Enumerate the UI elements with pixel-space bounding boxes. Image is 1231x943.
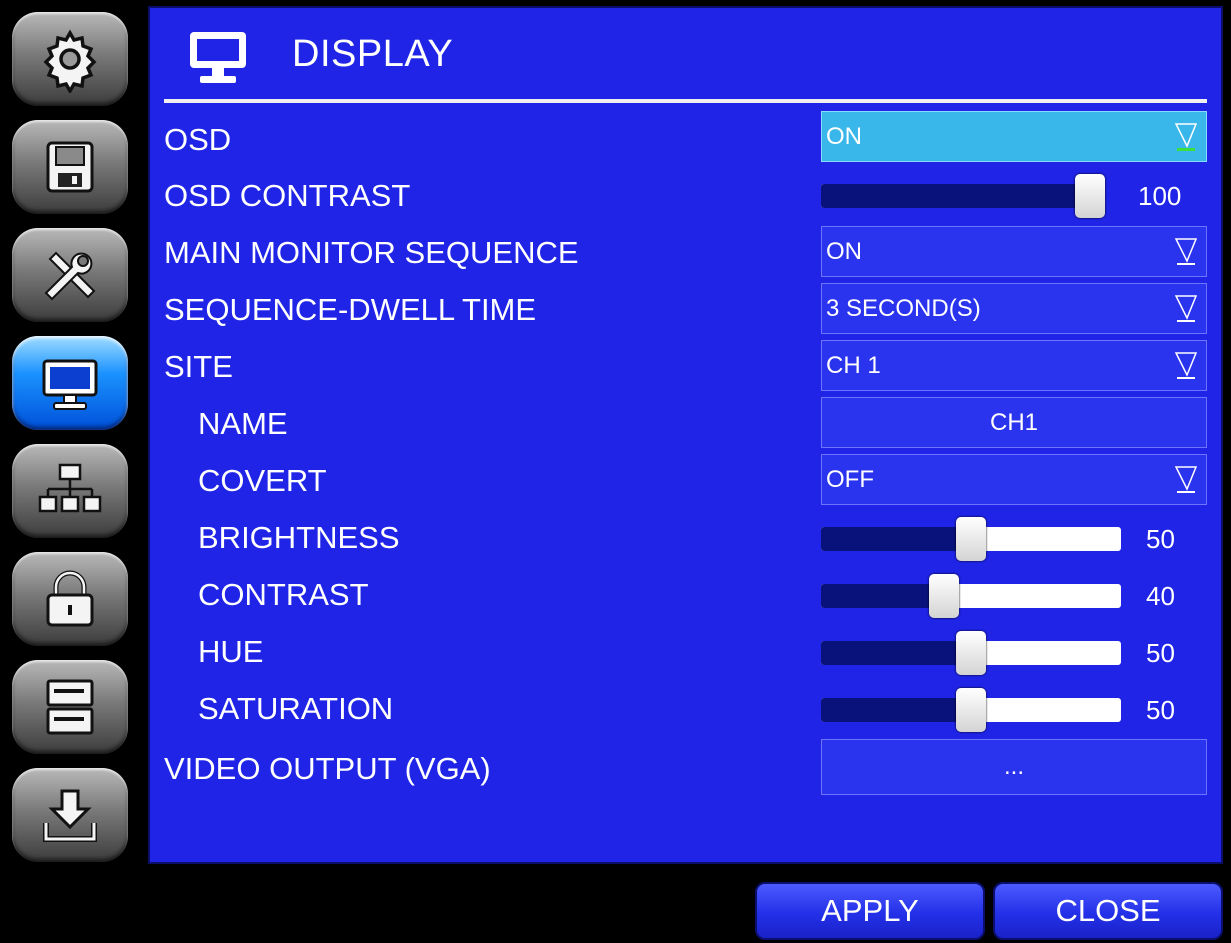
network-icon [38, 463, 102, 513]
saturation-slider[interactable] [821, 688, 1121, 732]
sidebar-item-setup[interactable] [12, 12, 128, 106]
video-output-label: VIDEO OUTPUT (VGA) [164, 751, 491, 786]
sidebar-item-tools[interactable] [12, 228, 128, 322]
sidebar-item-update[interactable] [12, 768, 128, 862]
hue-label: HUE [198, 634, 264, 669]
site-value: CH 1 [826, 352, 881, 379]
close-button[interactable]: CLOSE [993, 882, 1223, 940]
sidebar-item-storage[interactable] [12, 660, 128, 754]
main-monitor-sequence-value: ON [826, 238, 862, 265]
slider-thumb[interactable] [1075, 174, 1105, 218]
covert-dropdown[interactable]: OFF [821, 454, 1207, 505]
sidebar-item-display[interactable] [12, 336, 128, 430]
name-label: NAME [198, 406, 288, 441]
tools-icon [44, 251, 96, 301]
brightness-label: BRIGHTNESS [198, 520, 400, 555]
saturation-value: 50 [1146, 695, 1175, 725]
storage-icon [46, 679, 94, 735]
dropdown-arrow-icon [1174, 295, 1198, 322]
dropdown-arrow-icon [1174, 352, 1198, 379]
osd-contrast-value: 100 [1138, 181, 1182, 211]
sequence-dwell-time-value: 3 SECOND(S) [826, 295, 981, 322]
dropdown-arrow-icon [1174, 238, 1198, 265]
osd-value: ON [826, 123, 862, 150]
saturation-label: SATURATION [198, 691, 394, 726]
main-monitor-sequence-label: MAIN MONITOR SEQUENCE [164, 235, 579, 270]
name-value: CH1 [989, 409, 1038, 436]
site-label: SITE [164, 349, 233, 384]
osd-dropdown[interactable]: ON [821, 111, 1207, 162]
slider-thumb[interactable] [929, 574, 959, 618]
monitor-icon [190, 32, 246, 83]
sequence-dwell-time-dropdown[interactable]: 3 SECOND(S) [821, 283, 1207, 334]
display-settings-panel: DISPLAY OSD ON OSD CONTRAST 100 MAIN MON… [148, 6, 1223, 864]
gear-icon [43, 29, 97, 93]
page-title: DISPLAY [292, 33, 454, 75]
osd-contrast-slider[interactable] [821, 174, 1105, 218]
covert-label: COVERT [198, 463, 327, 498]
sidebar-item-record[interactable] [12, 120, 128, 214]
name-input[interactable]: CH1 [821, 397, 1207, 448]
slider-thumb[interactable] [956, 631, 986, 675]
lock-icon [46, 570, 94, 627]
covert-value: OFF [826, 466, 874, 493]
hue-slider[interactable] [821, 631, 1121, 675]
video-output-value: ... [1003, 753, 1024, 780]
site-dropdown[interactable]: CH 1 [821, 340, 1207, 391]
main-monitor-sequence-dropdown[interactable]: ON [821, 226, 1207, 277]
video-output-button[interactable]: ... [821, 739, 1207, 795]
dropdown-arrow-icon [1174, 123, 1198, 151]
dropdown-arrow-icon [1174, 466, 1198, 493]
sidebar-item-network[interactable] [12, 444, 128, 538]
contrast-slider[interactable] [821, 574, 1121, 618]
slider-thumb[interactable] [956, 517, 986, 561]
sidebar [0, 0, 148, 943]
title-divider [164, 99, 1207, 103]
sequence-dwell-time-label: SEQUENCE-DWELL TIME [164, 292, 537, 327]
brightness-slider[interactable] [821, 517, 1121, 561]
download-icon [43, 789, 97, 842]
contrast-value: 40 [1146, 581, 1175, 611]
apply-button[interactable]: APPLY [755, 882, 985, 940]
sidebar-item-security[interactable] [12, 552, 128, 646]
monitor-icon [42, 359, 98, 410]
floppy-disk-icon [46, 141, 94, 193]
brightness-value: 50 [1146, 524, 1175, 554]
osd-label: OSD [164, 122, 232, 157]
contrast-label: CONTRAST [198, 577, 369, 612]
osd-contrast-label: OSD CONTRAST [164, 178, 411, 213]
slider-thumb[interactable] [956, 688, 986, 732]
hue-value: 50 [1146, 638, 1175, 668]
